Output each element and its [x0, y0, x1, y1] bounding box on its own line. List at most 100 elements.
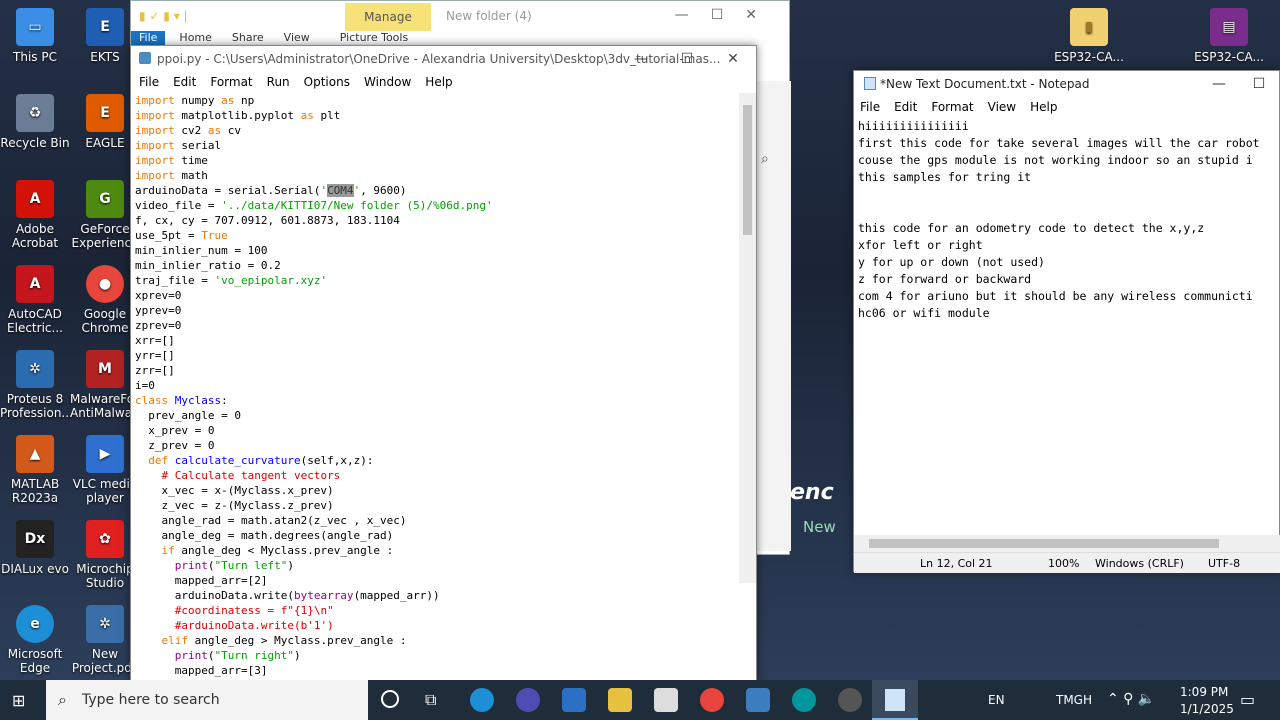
maximize-button[interactable]: ☐: [1239, 71, 1279, 96]
search-icon: ⌕: [58, 690, 67, 709]
manage-tab[interactable]: Manage: [345, 3, 431, 31]
idle-editor-window[interactable]: ppoi.py - C:\Users\Administrator\OneDriv…: [130, 45, 757, 682]
text-line: first this code for take several images …: [858, 136, 1260, 150]
horizontal-scrollbar[interactable]: [854, 535, 1280, 552]
clock-date[interactable]: 1/1/2025: [1180, 702, 1234, 716]
idle-titlebar: ppoi.py - C:\Users\Administrator\OneDriv…: [131, 46, 756, 71]
notification-icon[interactable]: ▭: [1240, 690, 1255, 709]
code-editor[interactable]: import numpy as np import matplotlib.pyp…: [135, 93, 740, 683]
malwarefox-icon: M: [86, 350, 124, 388]
text-line: xfor left or right: [858, 238, 983, 252]
menu-edit[interactable]: Edit: [173, 75, 196, 89]
menu-help[interactable]: Help: [1030, 100, 1057, 114]
menu-window[interactable]: Window: [364, 75, 411, 89]
store-taskbar-icon[interactable]: [562, 688, 586, 712]
menu-help[interactable]: Help: [425, 75, 452, 89]
desktop-icon-esp32-folder[interactable]: ▮ ESP32-CA...: [1054, 8, 1124, 64]
folder-icon: ▮: [1070, 8, 1108, 46]
app-taskbar-icon-2[interactable]: [838, 688, 862, 712]
explorer-title: New folder (4): [446, 9, 532, 23]
desktop-icon-dialux[interactable]: Dx DIALux evo: [0, 520, 70, 576]
mail-taskbar-icon[interactable]: [654, 688, 678, 712]
notepad-titlebar: *New Text Document.txt - Notepad — ☐: [854, 71, 1279, 96]
scroll-thumb[interactable]: [869, 539, 1219, 548]
menu-run[interactable]: Run: [267, 75, 290, 89]
text-line: hc06 or wifi module: [858, 306, 997, 320]
minimize-button[interactable]: —: [1199, 71, 1239, 96]
notepad-title: *New Text Document.txt - Notepad: [880, 76, 1090, 91]
wallpaper-logo: enc: [790, 480, 834, 505]
dialux-icon: Dx: [16, 520, 54, 558]
close-button[interactable]: ✕: [710, 46, 756, 71]
search-icon[interactable]: ⌕: [761, 151, 791, 167]
recycle-bin-icon: ♻: [16, 94, 54, 132]
tray-icons[interactable]: ⌃ ⚲ 🔈: [1107, 691, 1155, 707]
menu-file[interactable]: File: [860, 100, 880, 114]
python-taskbar-icon[interactable]: [746, 688, 770, 712]
edge-icon: e: [16, 605, 54, 643]
notepad-text-area[interactable]: hiiiiiiiiiiiiiii first this code for take…: [858, 118, 1279, 538]
text-line: y for up or down (not used): [858, 255, 1045, 269]
edge-taskbar-icon[interactable]: [470, 688, 494, 712]
winrar-icon: ▤: [1210, 8, 1248, 46]
chrome-taskbar-icon[interactable]: [700, 688, 724, 712]
notepad-taskbar-button[interactable]: [872, 680, 918, 720]
acrobat-icon: A: [16, 180, 54, 218]
desktop-icon-this-pc[interactable]: ▭ This PC: [0, 8, 70, 64]
proteus-icon: ✲: [16, 350, 54, 388]
nvidia-icon: G: [86, 180, 124, 218]
desktop-icon-matlab[interactable]: ▲ MATLAB R2023a: [0, 435, 70, 505]
minimize-button[interactable]: —: [618, 46, 664, 71]
line-ending: Windows (CRLF): [1095, 556, 1184, 570]
desktop-icon-esp32-archive[interactable]: ▤ ESP32-CA...: [1194, 8, 1264, 64]
menu-format[interactable]: Format: [931, 100, 973, 114]
task-view-icon[interactable]: ⧉: [425, 690, 436, 710]
text-line: z for forward or backward: [858, 272, 1032, 286]
menu-edit[interactable]: Edit: [894, 100, 917, 114]
text-line: couse the gps module is not working indo…: [858, 153, 1253, 167]
search-box[interactable]: ⌕ Type here to search: [46, 680, 368, 720]
cortana-icon[interactable]: [381, 690, 399, 708]
menu-file[interactable]: File: [139, 75, 159, 89]
text-line: com 4 for ariuno but it should be any wi…: [858, 289, 1253, 303]
menu-format[interactable]: Format: [210, 75, 252, 89]
notepad-statusbar: Ln 12, Col 21 100% Windows (CRLF) UTF-8: [854, 552, 1280, 573]
notepad-menubar: File Edit Format View Help: [854, 96, 1279, 118]
text-line: this samples for tring it: [858, 170, 1032, 184]
start-button[interactable]: ⊞: [12, 691, 25, 710]
maximize-button[interactable]: ☐: [664, 46, 710, 71]
desktop-icon-edge[interactable]: e Microsoft Edge: [0, 605, 70, 675]
file-explorer-taskbar-icon[interactable]: [608, 688, 632, 712]
desktop-icon-adobe-acrobat[interactable]: A Adobe Acrobat: [0, 180, 70, 250]
encoding: UTF-8: [1208, 556, 1241, 570]
language-indicator[interactable]: EN: [988, 693, 1005, 707]
desktop-icon-proteus[interactable]: ✲ Proteus 8 Profession...: [0, 350, 73, 420]
menu-options[interactable]: Options: [304, 75, 350, 89]
explorer-side-panel: ⌕: [756, 81, 791, 551]
notepad-window[interactable]: *New Text Document.txt - Notepad — ☐ Fil…: [853, 70, 1280, 573]
idle-menubar: File Edit Format Run Options Window Help: [131, 71, 756, 93]
computer-icon: ▭: [16, 8, 54, 46]
text-line: [858, 186, 1279, 203]
proteus-project-icon: ✲: [86, 605, 124, 643]
python-icon: [139, 52, 151, 64]
search-placeholder: Type here to search: [82, 692, 220, 708]
cursor-position: Ln 12, Col 21: [920, 556, 993, 570]
menu-view[interactable]: View: [988, 100, 1016, 114]
taskbar: ⊞ ⌕ Type here to search ⧉ EN TMGH ⌃ ⚲ 🔈 1…: [0, 680, 1280, 720]
tray-app-label[interactable]: TMGH: [1056, 693, 1092, 707]
chrome-icon: ●: [86, 265, 124, 303]
text-line: hiiiiiiiiiiiiiii: [858, 119, 969, 133]
scroll-thumb[interactable]: [743, 105, 752, 235]
text-line: this code for an odometry code to detect…: [858, 221, 1205, 235]
matlab-icon: ▲: [16, 435, 54, 473]
ekts-icon: E: [86, 8, 124, 46]
desktop-icon-autocad[interactable]: A AutoCAD Electric...: [0, 265, 70, 335]
arduino-taskbar-icon[interactable]: [792, 688, 816, 712]
clock-time[interactable]: 1:09 PM: [1180, 685, 1228, 699]
app-taskbar-icon[interactable]: [516, 688, 540, 712]
desktop-icon-recycle-bin[interactable]: ♻ Recycle Bin: [0, 94, 70, 150]
vertical-scrollbar[interactable]: [739, 93, 756, 583]
explorer-window-controls[interactable]: —☐✕: [675, 7, 779, 23]
vlc-icon: ▶: [86, 435, 124, 473]
